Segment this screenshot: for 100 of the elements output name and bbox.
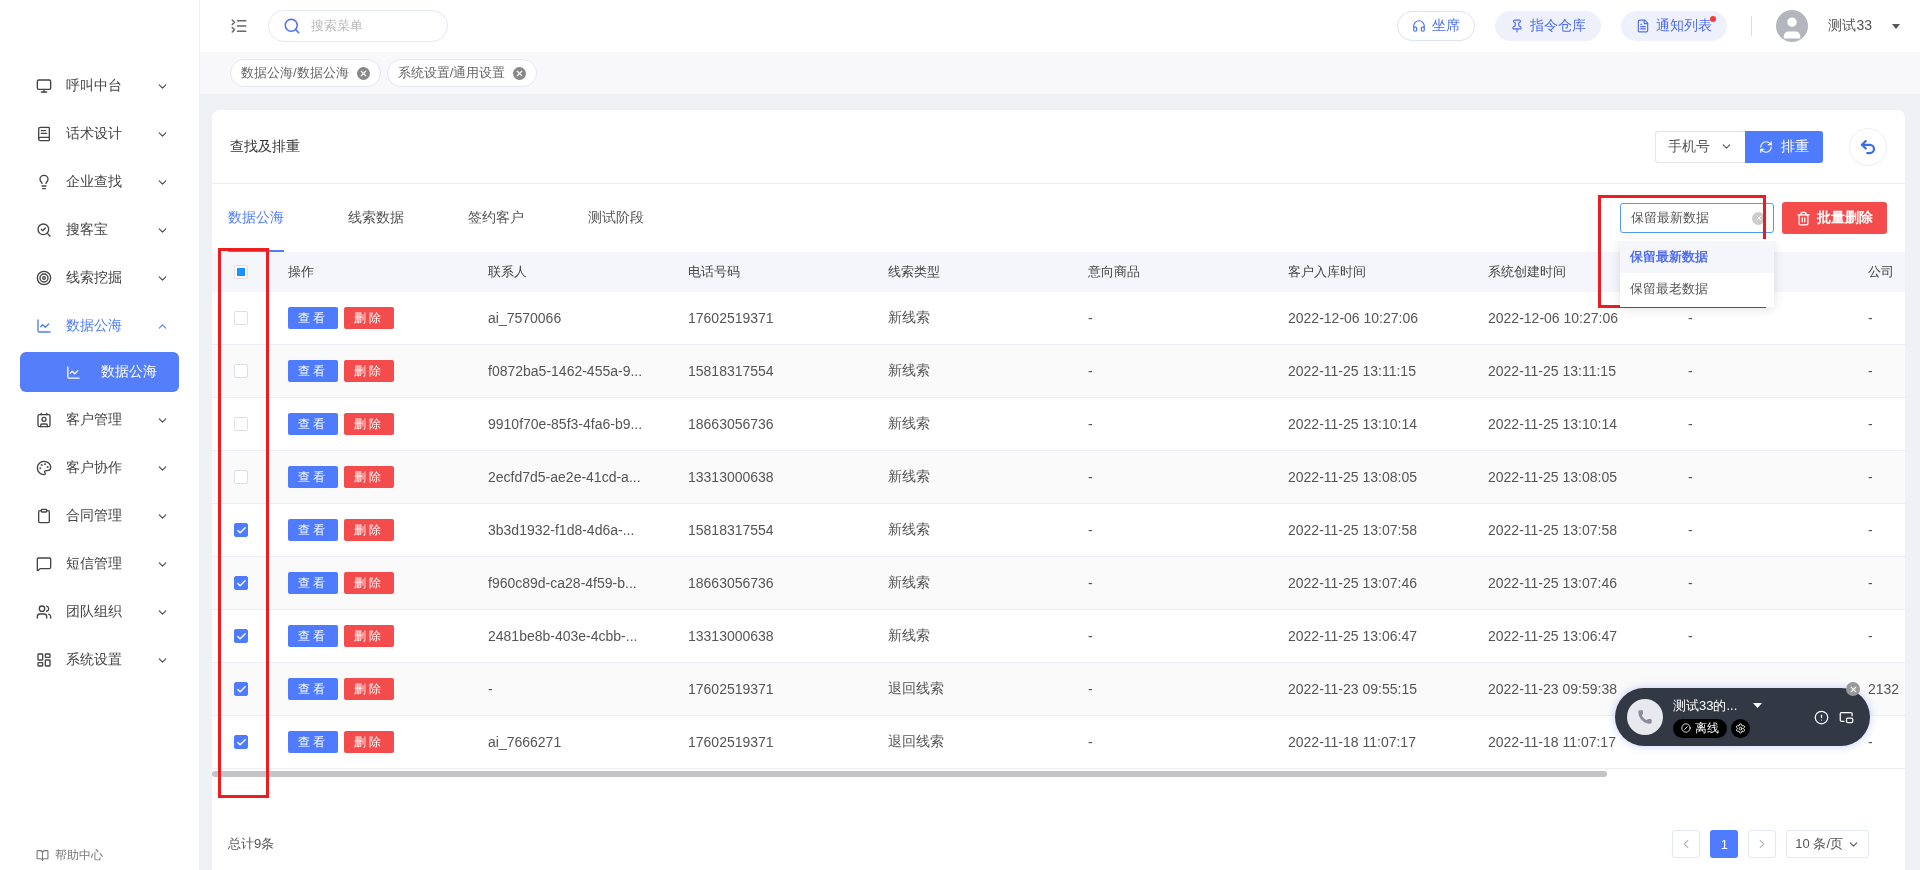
delete-button[interactable]: 删除 [344,413,394,435]
table-cell-text: 退回线索 [887,680,944,698]
table-cell-text: 3b3d1932-f1d8-4d6a-... [487,522,635,538]
document-icon [1636,19,1651,33]
scrollbar-thumb[interactable] [212,771,1607,777]
users-icon [36,604,52,620]
delete-button[interactable]: 删除 [344,519,394,541]
delete-button[interactable]: 删除 [344,307,394,329]
sidebar-subitem[interactable]: 数据公海 [20,352,179,392]
sidebar-item[interactable]: 合同管理 [0,492,199,540]
status-pill[interactable]: 离线 [1673,718,1727,738]
caret-icon[interactable] [1753,703,1763,708]
page-size-select[interactable]: 10 条/页 [1786,830,1869,858]
table-cell-text: 退回线索 [887,733,944,751]
dropdown-option[interactable]: 保留最新数据 [1620,241,1774,273]
batch-delete-button[interactable]: 批量删除 [1782,202,1887,234]
delete-button[interactable]: 删除 [344,466,394,488]
sidebar-item[interactable]: 企业查找 [0,158,199,206]
checkbox[interactable] [234,576,248,590]
table-cell: - [1868,310,1873,326]
close-icon[interactable] [1846,682,1860,696]
table-cell-text: 2022-11-25 13:07:46 [1287,575,1417,591]
table-cell-text: 2022-11-25 13:10:14 [1487,416,1617,432]
tab[interactable]: 签约客户 [468,184,524,252]
table-cell-text: 新线索 [887,362,930,380]
alert-icon[interactable] [1814,709,1829,725]
checkbox[interactable] [234,629,248,643]
table-cell-text: 13313000638 [687,628,774,644]
dashboard-icon [36,652,52,668]
page-tab[interactable]: 系统设置/通用设置 [386,59,538,87]
table-cell-text: 新线索 [887,468,930,486]
view-button[interactable]: 查看 [288,466,338,488]
checkbox[interactable] [234,735,248,749]
delete-button[interactable]: 删除 [344,572,394,594]
column-header: 联系人 [487,263,527,281]
tab[interactable]: 线索数据 [348,184,404,252]
view-button[interactable]: 查看 [288,307,338,329]
table-cell-text: 新线索 [887,521,930,539]
back-button[interactable] [1849,127,1887,166]
view-button[interactable]: 查看 [288,625,338,647]
window-icon[interactable] [1839,709,1854,725]
column-header: 客户入库时间 [1287,263,1366,281]
table-cell-text: - [1687,575,1693,591]
sidebar-item[interactable]: 客户管理 [0,396,199,444]
view-button[interactable]: 查看 [288,413,338,435]
user-name[interactable]: 测试33 [1828,17,1872,35]
checkbox[interactable] [234,523,248,537]
sidebar-item[interactable]: 话术设计 [0,110,199,158]
book-icon [36,126,52,142]
view-button[interactable]: 查看 [288,572,338,594]
table-cell-text: ai_7570066 [487,310,562,326]
tab[interactable]: 测试阶段 [588,184,644,252]
sidebar-item[interactable]: 数据公海 [0,302,199,350]
table-cell-text: 2022-11-25 13:07:58 [1487,522,1617,538]
sidebar-item[interactable]: 呼叫中台 [0,62,199,110]
sidebar-item[interactable]: 线索挖掘 [0,254,199,302]
table-cell-text: 2022-11-25 13:11:15 [1487,363,1616,379]
view-button[interactable]: 查看 [288,360,338,382]
table-cell-text: f0872ba5-1462-455a-9... [487,363,643,379]
delete-button[interactable]: 删除 [344,360,394,382]
column-header: 操作 [287,263,314,281]
chart-icon [66,364,81,380]
sidebar-item[interactable]: 客户协作 [0,444,199,492]
sidebar-item[interactable]: 短信管理 [0,540,199,588]
page-button[interactable]: 1 [1710,830,1739,858]
tab[interactable]: 数据公海 [228,184,284,252]
offline-icon [1681,723,1691,733]
delete-button[interactable]: 删除 [344,731,394,753]
table-cell-text: 17602519371 [687,734,774,750]
toolbar-button[interactable]: 通知列表 [1621,11,1728,41]
dropdown-option[interactable]: 保留最老数据 [1620,273,1774,305]
view-button[interactable]: 查看 [288,678,338,700]
sidebar-item[interactable]: 团队组织 [0,588,199,636]
avatar[interactable] [1776,10,1809,42]
search-icon [283,17,301,35]
search-icon [36,222,52,238]
page-tab[interactable]: 数据公海/数据公海 [230,59,381,87]
sidebar-item[interactable]: 系统设置 [0,636,199,684]
toolbar-button[interactable]: 坐席 [1397,11,1476,41]
sidebar-item[interactable]: 搜客宝 [0,206,199,254]
delete-button[interactable]: 删除 [344,678,394,700]
card-title: 查找及排重 [230,137,301,156]
settings-icon[interactable] [1731,718,1750,738]
menu-icon[interactable] [230,17,248,35]
view-button[interactable]: 查看 [288,519,338,541]
toolbar-button[interactable]: 指令仓库 [1495,11,1602,41]
refresh-icon [1759,139,1773,154]
table-cell: - [1868,469,1873,485]
checkbox[interactable] [234,682,248,696]
table-cell-text: ai_7666271 [487,734,562,750]
lightbulb-icon [36,174,52,190]
table-cell-text: - [1087,469,1093,485]
view-button[interactable]: 查看 [288,731,338,753]
table-cell-text: 15818317554 [687,363,774,379]
table-cell-text: - [487,681,493,697]
help-link[interactable]: 帮助中心 [55,847,103,864]
delete-button[interactable]: 删除 [344,625,394,647]
column-header: 线索类型 [887,263,940,281]
dedupe-button[interactable]: 排重 [1745,130,1823,163]
table-cell-text: 2022-11-25 13:10:14 [1287,416,1417,432]
